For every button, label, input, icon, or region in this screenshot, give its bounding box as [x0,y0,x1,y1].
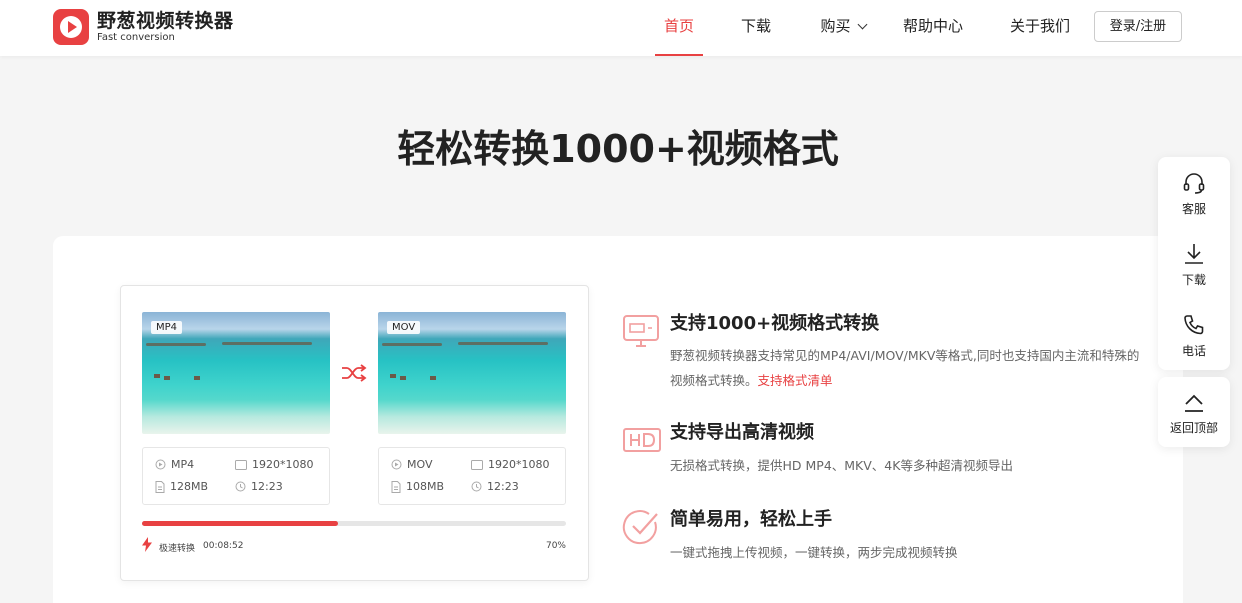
source-format: MP4 [155,458,194,471]
feature-desc-easy: 一键式拖拽上传视频，一键转换，两步完成视频转换 [670,545,958,560]
speed-label: 极速转换 [159,544,196,554]
source-video-thumbnail: MP4 [142,312,330,434]
clock-icon [235,481,246,492]
nav-home[interactable]: 首页 [655,0,703,56]
target-video-thumbnail: MOV [378,312,566,434]
brand-logo[interactable]: 野葱视频转换器 Fast conversion [53,9,234,45]
source-duration: 12:23 [235,480,283,493]
progress-fill [142,521,338,526]
hd-icon [623,428,661,452]
feature-title-formats: 支持1000+视频格式转换 [670,313,880,334]
back-to-top-button[interactable]: 返回顶部 [1158,377,1230,447]
arrow-up-icon [1185,394,1203,412]
feature-desc-formats: 野葱视频转换器支持常见的MP4/AVI/MOV/MKV等格式,同时也支持国内主流… [670,348,1140,388]
file-icon [155,480,165,493]
download-icon [1185,244,1203,264]
target-info-box: MOV 1920*1080 108MB 12:23 [378,447,566,505]
source-info-box: MP4 1920*1080 128MB 12:23 [142,447,330,505]
shuffle-convert-icon [342,364,367,382]
target-format: MOV [391,458,432,471]
nav-download[interactable]: 下载 [733,0,779,56]
conversion-progress-bar [142,521,566,526]
brand-title: 野葱视频转换器 [97,9,234,32]
source-size: 128MB [155,480,208,493]
brand-subtitle: Fast conversion [97,31,175,43]
lightning-icon [142,537,152,552]
page-headline: 轻松转换1000+视频格式 [397,127,839,171]
source-format-tag: MP4 [151,321,183,334]
elapsed-time: 00:08:52 [203,541,244,551]
sidebar-download[interactable]: 下载 [1158,242,1230,288]
login-register-button[interactable]: 登录/注册 [1094,11,1182,42]
site-header: 野葱视频转换器 Fast conversion 首页 下载 购买 帮助中心 关于… [0,0,1242,56]
checkmark-circle-icon [622,510,658,545]
play-logo-icon [53,9,89,45]
chevron-down-icon [857,19,867,30]
monitor-icon [623,315,659,347]
feature-title-hd: 支持导出高清视频 [670,422,814,443]
target-size: 108MB [391,480,444,493]
format-icon [155,459,166,470]
conversion-demo-panel: MP4 MOV MP4 1920*1080 128MB 12:23 MOV 19… [120,285,589,581]
feature-desc-hd: 无损格式转换，提供HD MP4、MKV、4K等多种超清视频导出 [670,458,1013,473]
back-to-top-item[interactable]: 返回顶部 [1158,392,1230,436]
source-resolution: 1920*1080 [235,458,314,471]
nav-help-center[interactable]: 帮助中心 [896,0,970,56]
format-icon [391,459,402,470]
sidebar-phone[interactable]: 电话 [1158,313,1230,359]
headset-icon [1183,173,1205,194]
phone-icon [1184,315,1204,335]
target-resolution: 1920*1080 [471,458,550,471]
floating-sidebar: 客服 下载 电话 [1158,157,1230,370]
nav-about-us[interactable]: 关于我们 [1003,0,1077,56]
progress-percent: 70% [545,541,566,551]
target-duration: 12:23 [471,480,519,493]
file-icon [391,480,401,493]
resolution-icon [235,459,247,470]
sidebar-customer-service[interactable]: 客服 [1158,171,1230,217]
target-format-tag: MOV [387,321,421,334]
nav-buy[interactable]: 购买 [812,0,874,56]
supported-formats-link[interactable]: 支持格式清单 [758,373,833,388]
resolution-icon [471,459,483,470]
clock-icon [471,481,482,492]
feature-title-easy: 简单易用，轻松上手 [670,509,832,530]
